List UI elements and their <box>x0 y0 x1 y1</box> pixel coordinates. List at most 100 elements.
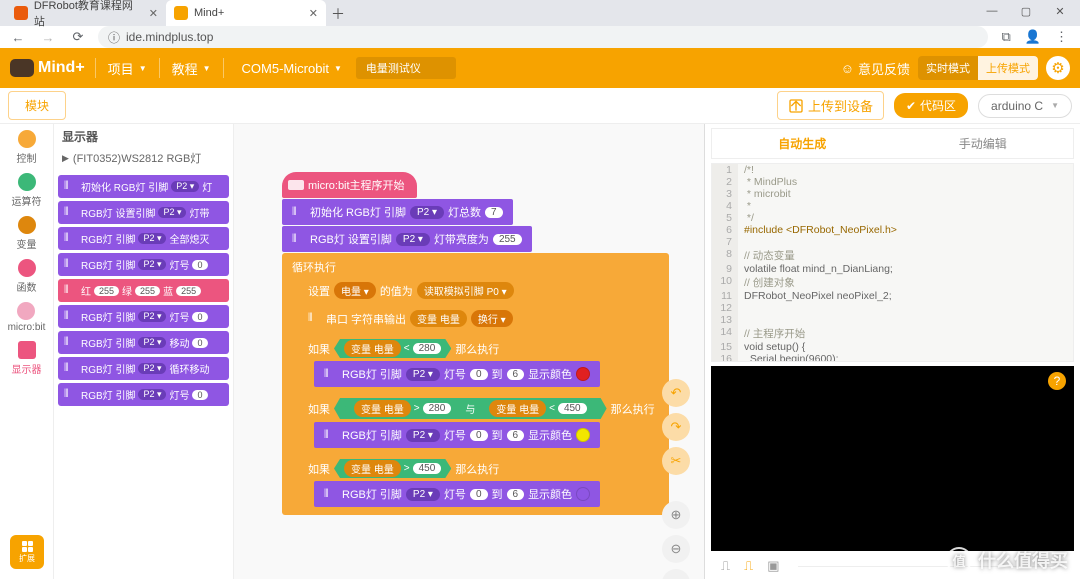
address-bar-row: ← → ⟳ ⓘ ide.mindplus.top ⧉ 👤 ⋮ <box>0 26 1080 48</box>
canvas-controls: ↶ ↷ ✂ ⊕ ⊖ ＝ <box>662 379 690 579</box>
forward-button[interactable]: → <box>38 27 58 47</box>
monitor-icon[interactable]: ▣ <box>767 558 779 574</box>
settings-button[interactable]: ⚙ <box>1046 56 1070 80</box>
browser-tab-title: DFRobot教育课程网站 <box>34 0 143 29</box>
addr-right-icons: ⧉ 👤 ⋮ <box>998 29 1072 45</box>
share-icon[interactable]: ⧉ <box>1002 29 1011 45</box>
palette-block[interactable]: RGB灯 引脚P2 ▾循环移动 <box>58 357 229 380</box>
browser-tab-0[interactable]: DFRobot教育课程网站 ✕ <box>6 0 166 26</box>
site-info-icon[interactable]: ⓘ <box>108 29 120 46</box>
code-editor[interactable]: 1/*!2 * MindPlus3 * microbit4 *5 */6#inc… <box>711 163 1074 362</box>
cleanup-button[interactable]: ✂ <box>662 447 690 475</box>
if-block-3[interactable]: 如果变量 电量>450那么执行 RGB灯 引脚P2 ▾灯号0到6显示颜色 <box>298 453 604 511</box>
palette-block[interactable]: RGB灯 设置引脚P2 ▾灯带 <box>58 201 229 224</box>
code-tab-auto[interactable]: 自动生成 <box>712 129 893 158</box>
address-bar[interactable]: ⓘ ide.mindplus.top <box>98 26 988 48</box>
palette-block[interactable]: 初始化 RGB灯 引脚P2 ▾灯 <box>58 175 229 198</box>
com-port-select[interactable]: COM5-Microbit▼ <box>234 58 350 79</box>
feedback-button[interactable]: ☺ 意见反馈 <box>841 59 910 78</box>
block-rgb-2[interactable]: RGB灯 引脚P2 ▾灯号0到6显示颜色 <box>314 422 600 448</box>
block-canvas[interactable]: micro:bit主程序开始 初始化 RGB灯 引脚P2 ▾灯总数7 RGB灯 … <box>234 124 704 579</box>
zoom-out-button[interactable]: ⊖ <box>662 535 690 563</box>
category-item[interactable]: 函数 <box>17 259 37 294</box>
mode-realtime[interactable]: 实时模式 <box>918 56 978 80</box>
palette-block[interactable]: RGB灯 引脚P2 ▾移动0 <box>58 331 229 354</box>
palette-subtitle[interactable]: ▶ (FIT0352)WS2812 RGB灯 <box>54 147 233 172</box>
back-button[interactable]: ← <box>8 27 28 47</box>
help-button[interactable]: ? <box>1048 372 1066 390</box>
upload-device-label: 上传到设备 <box>808 96 873 115</box>
palette-block[interactable]: RGB灯 引脚P2 ▾灯号0 <box>58 305 229 328</box>
block-palette: 显示器 ▶ (FIT0352)WS2812 RGB灯 初始化 RGB灯 引脚P2… <box>54 124 234 579</box>
browser-chrome: DFRobot教育课程网站 ✕ Mind+ ✕ ＋ — ▢ ✕ ← → ⟳ ⓘ … <box>0 0 1080 48</box>
category-item[interactable]: micro:bit <box>8 302 46 333</box>
menu-project[interactable]: 项目▼ <box>106 55 149 82</box>
zoom-in-button[interactable]: ⊕ <box>662 501 690 529</box>
project-name-input[interactable]: 电量测试仪 <box>356 57 456 79</box>
zoom-reset-button[interactable]: ＝ <box>662 569 690 579</box>
palette-title: 显示器 <box>54 126 233 147</box>
block-set-var[interactable]: 设置电量 ▾的值为读取模拟引脚 P0 ▾ <box>298 277 524 304</box>
favicon-icon <box>14 6 28 20</box>
usb-icon-active[interactable]: ⎍ <box>744 558 753 574</box>
lang-label: arduino C <box>991 99 1043 113</box>
redo-button[interactable]: ↷ <box>662 413 690 441</box>
block-rgb-3[interactable]: RGB灯 引脚P2 ▾灯号0到6显示颜色 <box>314 481 600 507</box>
grid-icon <box>22 541 33 552</box>
menu-tutorial[interactable]: 教程▼ <box>170 55 213 82</box>
upload-device-button[interactable]: 上传到设备 <box>777 91 884 120</box>
palette-block[interactable]: 红255绿255蓝255 <box>58 279 229 302</box>
module-tab[interactable]: 模块 <box>8 91 66 120</box>
serial-console[interactable]: ? <box>711 366 1074 551</box>
script-stack[interactable]: micro:bit主程序开始 初始化 RGB灯 引脚P2 ▾灯总数7 RGB灯 … <box>282 172 669 515</box>
new-tab-button[interactable]: ＋ <box>326 2 350 26</box>
block-brightness[interactable]: RGB灯 设置引脚P2 ▾灯带亮度为255 <box>282 226 532 252</box>
undo-button[interactable]: ↶ <box>662 379 690 407</box>
mode-toggle: 实时模式 上传模式 <box>918 56 1038 80</box>
code-tabs: 自动生成 手动编辑 <box>711 128 1074 159</box>
favicon-icon <box>174 6 188 20</box>
palette-block[interactable]: RGB灯 引脚P2 ▾灯号0 <box>58 383 229 406</box>
forever-label: 循环执行 <box>286 257 665 277</box>
smile-icon: ☺ <box>841 61 854 76</box>
close-button[interactable]: ✕ <box>1044 0 1076 22</box>
palette-block[interactable]: RGB灯 引脚P2 ▾全部熄灭 <box>58 227 229 250</box>
mindplus-top-bar: Mind+ 项目▼ 教程▼ COM5-Microbit▼ 电量测试仪 ☺ 意见反… <box>0 48 1080 88</box>
block-rgb-1[interactable]: RGB灯 引脚P2 ▾灯号0到6显示颜色 <box>314 361 600 387</box>
tab-close-icon[interactable]: ✕ <box>309 7 318 20</box>
if-block-1[interactable]: 如果变量 电量<280那么执行 RGB灯 引脚P2 ▾灯号0到6显示颜色 <box>298 333 604 391</box>
minimize-button[interactable]: — <box>976 0 1008 22</box>
browser-tab-title: Mind+ <box>194 7 224 19</box>
maximize-button[interactable]: ▢ <box>1010 0 1042 22</box>
code-tab-manual[interactable]: 手动编辑 <box>893 129 1074 158</box>
category-item[interactable]: 显示器 <box>12 341 42 376</box>
reload-button[interactable]: ⟳ <box>68 27 88 47</box>
block-serial[interactable]: 串口 字符串输出变量 电量换行 ▾ <box>298 305 523 332</box>
forever-block[interactable]: 循环执行 设置电量 ▾的值为读取模拟引脚 P0 ▾ 串口 字符串输出变量 电量换… <box>282 253 669 515</box>
menu-icon[interactable]: ⋮ <box>1055 29 1068 45</box>
usb-icon[interactable]: ⎍ <box>721 558 730 574</box>
language-select[interactable]: arduino C ▼ <box>978 94 1072 118</box>
second-toolbar: 模块 上传到设备 ✔ 代码区 arduino C ▼ <box>0 88 1080 124</box>
category-sidebar: 控制运算符变量函数 micro:bit 显示器 <box>0 124 54 579</box>
mindplus-logo: Mind+ <box>10 59 85 77</box>
window-controls: — ▢ ✕ <box>972 0 1080 22</box>
extension-label: 扩展 <box>19 553 35 564</box>
console-toolbar: ⎍ ⎍ ▣ <box>711 553 1074 579</box>
browser-tab-1[interactable]: Mind+ ✕ <box>166 0 326 26</box>
category-item[interactable]: 控制 <box>17 130 37 165</box>
palette-block[interactable]: RGB灯 引脚P2 ▾灯号0 <box>58 253 229 276</box>
category-item[interactable]: 运算符 <box>12 173 42 208</box>
code-area-toggle[interactable]: ✔ 代码区 <box>894 93 968 118</box>
category-item[interactable]: 变量 <box>17 216 37 251</box>
mode-upload[interactable]: 上传模式 <box>978 56 1038 80</box>
extension-button[interactable]: 扩展 <box>10 535 44 569</box>
hat-block[interactable]: micro:bit主程序开始 <box>282 172 417 198</box>
microbit-icon <box>288 180 304 190</box>
upload-icon <box>788 98 804 114</box>
tab-close-icon[interactable]: ✕ <box>149 7 158 20</box>
block-init[interactable]: 初始化 RGB灯 引脚P2 ▾灯总数7 <box>282 199 513 225</box>
chevron-down-icon: ▼ <box>1051 101 1059 110</box>
profile-icon[interactable]: 👤 <box>1025 29 1041 45</box>
if-block-2[interactable]: 如果 变量 电量>280 与 变量 电量<450 那么执行 RGB灯 引脚P2 … <box>298 392 665 452</box>
